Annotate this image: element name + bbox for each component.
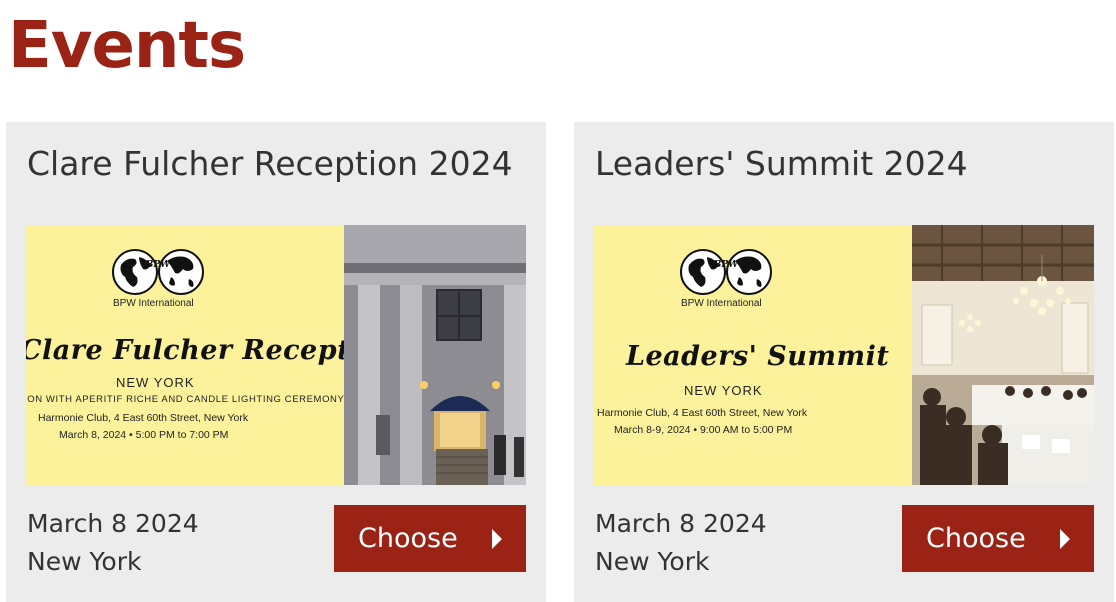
choose-button[interactable]: Choose [334,505,526,572]
banner-venue: Harmonie Club, 4 East 60th Street, New Y… [38,412,249,424]
banner-headline: Clare Fulcher Reception [26,335,344,366]
event-title: Leaders' Summit 2024 [595,144,968,183]
event-date: March 8 2024 [595,509,767,538]
event-banner[interactable]: BPW BPW International Leaders' Summit NE… [594,225,1094,485]
event-location: New York [595,547,710,576]
svg-text:BPW: BPW [713,260,739,270]
svg-text:BPW: BPW [145,260,171,270]
event-card-clare-fulcher: Clare Fulcher Reception 2024 BPW BPW Int… [6,122,546,602]
banner-city: NEW YORK [684,383,763,398]
choose-button-label: Choose [926,523,1026,554]
org-name: BPW International [113,298,194,309]
page-title: Events [8,9,246,83]
banner-datetime: March 8-9, 2024 • 9:00 AM to 5:00 PM [614,424,793,436]
banner-datetime: March 8, 2024 • 5:00 PM to 7:00 PM [59,429,229,441]
event-date: March 8 2024 [27,509,199,538]
bpw-globe-logo-icon: BPW [112,249,204,295]
banner-city: NEW YORK [116,375,195,390]
chevron-right-icon [492,529,502,549]
event-title: Clare Fulcher Reception 2024 [27,144,513,183]
banner-headline: Leaders' Summit [626,341,890,372]
banner-subline: ION WITH APERITIF RICHE AND CANDLE LIGHT… [26,394,344,405]
choose-button[interactable]: Choose [902,505,1094,572]
event-banner[interactable]: BPW BPW International Clare Fulcher Rece… [26,225,526,485]
org-name: BPW International [681,298,762,309]
event-card-leaders-summit: Leaders' Summit 2024 BPW BPW Internation… [574,122,1114,602]
choose-button-label: Choose [358,523,458,554]
event-location: New York [27,547,142,576]
bpw-globe-logo-icon: BPW [680,249,772,295]
banner-venue: Harmonie Club, 4 East 60th Street, New Y… [597,407,808,419]
chevron-right-icon [1060,529,1070,549]
banquet-hall-chandelier-image [912,225,1094,485]
harmonie-club-facade-image [344,225,526,485]
